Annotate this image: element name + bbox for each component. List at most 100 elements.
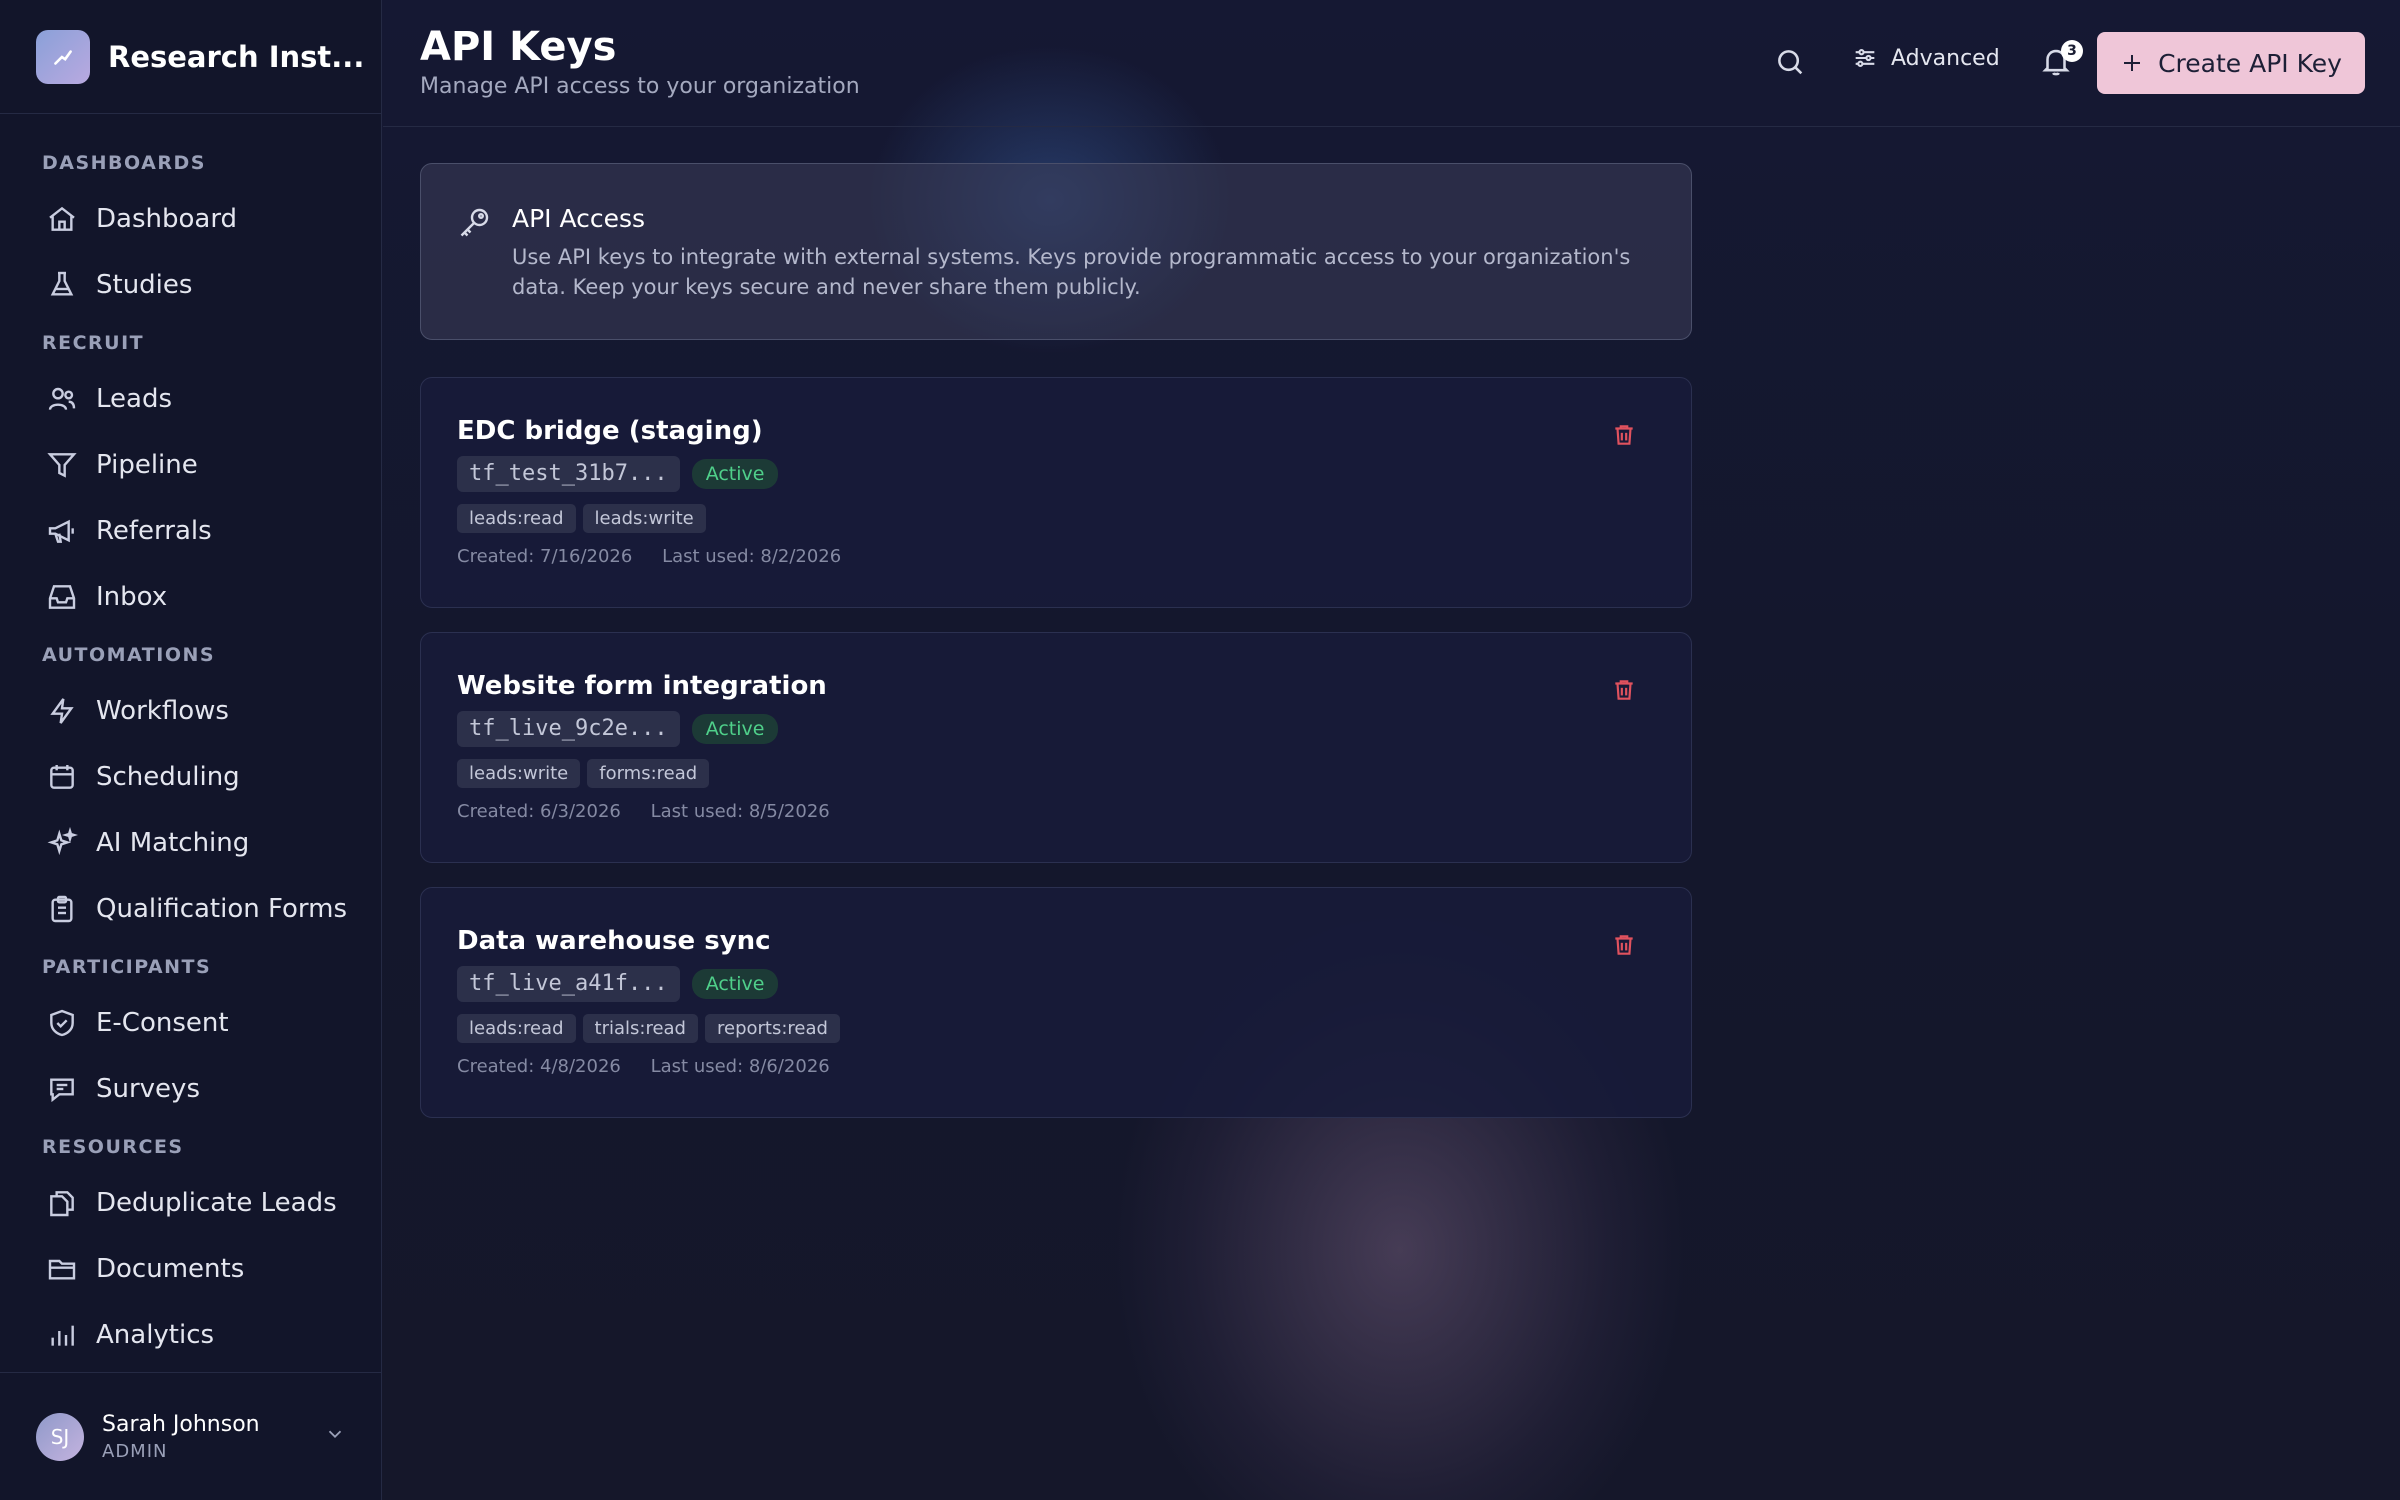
sidebar-item-label: Studies [96,270,193,300]
api-access-info-card: API Access Use API keys to integrate wit… [420,163,1692,340]
section-automations: AUTOMATIONS [42,644,216,666]
sidebar-item-scheduling[interactable]: Scheduling [0,744,381,810]
advanced-button[interactable]: Advanced [1851,44,2000,72]
key-icon [460,208,489,237]
notifications-button[interactable]: 3 [2039,40,2083,84]
sidebar-item-label: E-Consent [96,1008,229,1038]
notification-count-badge: 3 [2061,40,2083,62]
user-role: ADMIN [102,1440,168,1462]
sidebar-item-label: Surveys [96,1074,200,1104]
api-key-value[interactable]: tf_test_31b7... [457,456,680,492]
api-key-value[interactable]: tf_live_9c2e... [457,711,680,747]
api-key-card: Data warehouse sync tf_live_a41f... Acti… [420,887,1692,1118]
sidebar-item-label: AI Matching [96,828,250,858]
sidebar-item-dashboard[interactable]: Dashboard [0,186,381,252]
scope-list: leads:read leads:write [457,504,713,533]
sidebar-item-label: Scheduling [96,762,240,792]
scope-tag: forms:read [587,759,710,788]
sidebar-item-label: Dashboard [96,204,238,234]
sidebar-item-pipeline[interactable]: Pipeline [0,432,381,498]
user-menu[interactable]: SJ Sarah Johnson ADMIN [0,1372,381,1500]
api-key-name: EDC bridge (staging) [457,416,763,446]
sidebar-item-leads[interactable]: Leads [0,366,381,432]
chevron-down-icon[interactable] [324,1423,346,1445]
scope-tag: reports:read [704,1014,840,1043]
chart-icon [51,1325,74,1346]
sidebar-item-studies[interactable]: Studies [0,252,381,318]
user-info: Sarah Johnson ADMIN [102,1412,260,1462]
api-key-row: tf_live_9c2e... Active [457,711,779,747]
api-key-meta: Created: 4/8/2026 Last used: 8/6/2026 [457,1056,830,1077]
avatar: SJ [36,1412,84,1461]
chat-icon [50,1078,74,1103]
sidebar-item-referrals[interactable]: Referrals [0,498,381,564]
flask-icon [50,271,74,296]
search-icon[interactable] [1773,45,1807,79]
clipboard-icon [51,895,73,923]
sidebar-item-label: Documents [96,1254,245,1284]
users-icon [48,387,76,411]
sidebar-item-surveys[interactable]: Surveys [0,1056,381,1122]
info-text: Use API keys to integrate with external … [512,245,1631,299]
sidebar-item-label: Leads [96,384,173,414]
scope-tag: leads:read [457,1014,576,1043]
scope-tag: leads:write [457,759,581,788]
sidebar-item-label: Inbox [96,582,168,612]
scope-tag: leads:write [582,504,706,533]
brand[interactable]: Research Inst... [0,0,381,114]
page-header: API Keys Manage API access to your organ… [383,0,2400,127]
sidebar-item-label: Qualification Forms [96,894,348,924]
calendar-icon [50,765,74,789]
api-key-meta: Created: 7/16/2026 Last used: 8/2/2026 [457,546,841,567]
inbox-icon [48,585,76,609]
sidebar-item-label: Referrals [96,516,212,546]
sidebar-item-qualification-forms[interactable]: Qualification Forms [0,876,381,942]
created-date: Created: 4/8/2026 [457,1056,621,1077]
shield-check-icon [50,1009,74,1037]
advanced-label: Advanced [1891,45,2000,71]
info-title: API Access [512,204,646,233]
scope-list: leads:read trials:read reports:read [457,1014,847,1043]
api-key-value[interactable]: tf_live_a41f... [457,966,680,1002]
page-title: API Keys [420,24,617,70]
create-api-key-button[interactable]: Create API Key [2097,32,2365,94]
sidebar-item-ai-matching[interactable]: AI Matching [0,810,381,876]
page-subtitle: Manage API access to your organization [420,74,860,99]
trash-icon[interactable] [1611,422,1637,448]
api-key-card: Website form integration tf_live_9c2e...… [420,632,1692,863]
sidebar-item-documents[interactable]: Documents [0,1236,381,1302]
megaphone-icon [48,519,74,543]
trash-icon[interactable] [1611,932,1637,958]
status-badge: Active [691,714,779,744]
api-key-name: Website form integration [457,671,827,701]
sidebar: Research Inst... DASHBOARDS Dashboard St… [0,0,382,1500]
sidebar-item-analytics[interactable]: Analytics [0,1302,381,1368]
scope-tag: trials:read [582,1014,698,1043]
last-used-date: Last used: 8/2/2026 [662,546,842,567]
sidebar-item-deduplicate-leads[interactable]: Deduplicate Leads [0,1170,381,1236]
brand-name: Research Inst... [108,39,365,74]
api-key-meta: Created: 6/3/2026 Last used: 8/5/2026 [457,801,830,822]
create-api-key-label: Create API Key [2158,48,2342,78]
api-key-name: Data warehouse sync [457,926,771,956]
status-badge: Active [691,459,779,489]
api-key-row: tf_test_31b7... Active [457,456,779,492]
status-badge: Active [691,969,779,999]
created-date: Created: 6/3/2026 [457,801,621,822]
trash-icon[interactable] [1611,677,1637,703]
section-recruit: RECRUIT [42,332,145,354]
sidebar-item-label: Deduplicate Leads [96,1188,337,1218]
sidebar-item-e-consent[interactable]: E-Consent [0,990,381,1056]
bolt-icon [50,698,74,724]
sidebar-item-workflows[interactable]: Workflows [0,678,381,744]
sliders-icon [1855,49,1875,67]
section-dashboards: DASHBOARDS [42,152,206,174]
folder-icon [48,1259,76,1280]
sidebar-item-label: Workflows [96,696,229,726]
sidebar-nav: DASHBOARDS Dashboard Studies RECRUIT Lea… [0,114,381,1374]
scope-tag: leads:read [457,504,576,533]
last-used-date: Last used: 8/6/2026 [650,1056,830,1077]
copy-icon [50,1191,74,1217]
api-key-card: EDC bridge (staging) tf_test_31b7... Act… [420,377,1692,608]
sidebar-item-inbox[interactable]: Inbox [0,564,381,630]
